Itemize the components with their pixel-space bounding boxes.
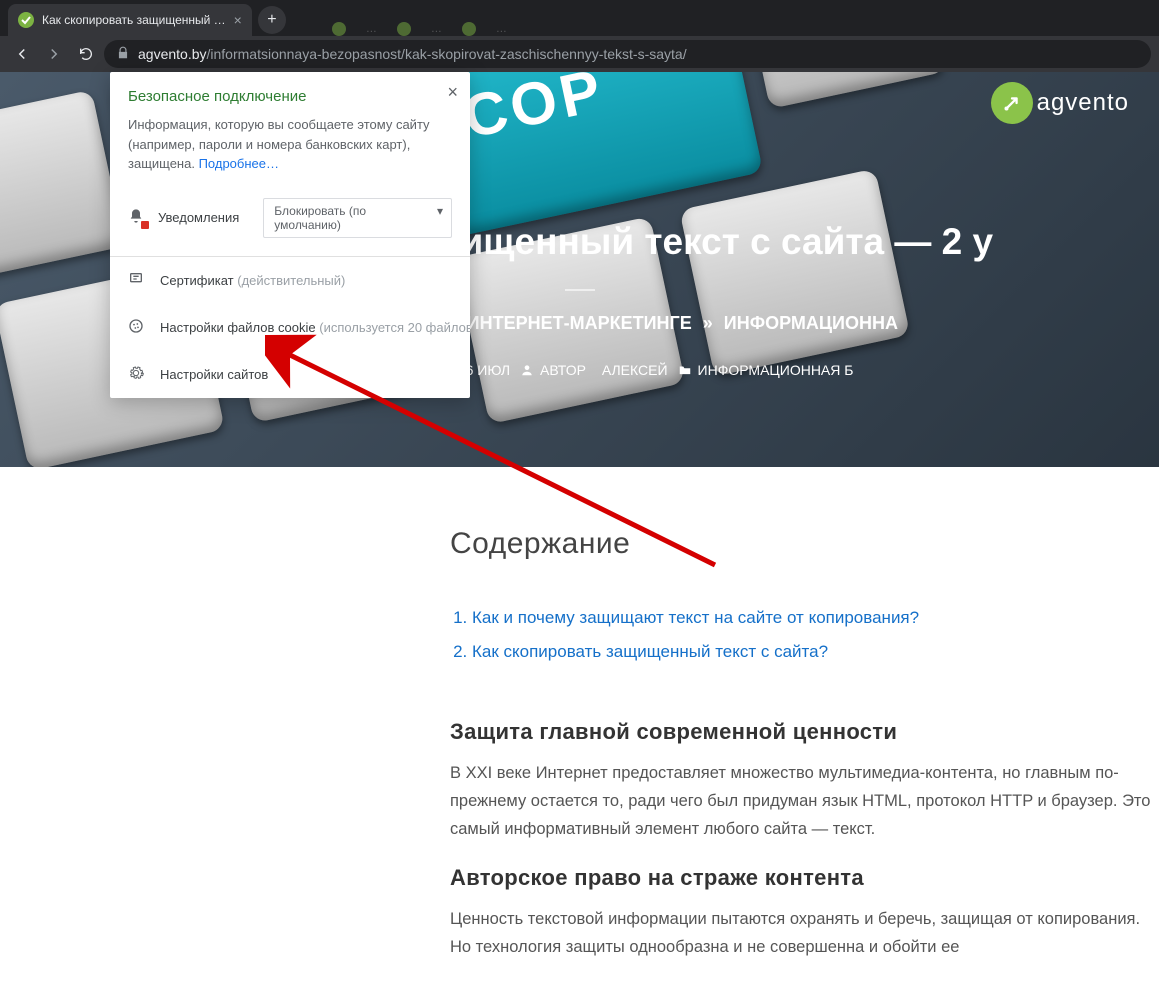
tab-title: Как скопировать защищенный … [42, 13, 226, 27]
lock-icon[interactable] [116, 46, 130, 63]
bell-icon [128, 208, 146, 227]
browser-tab-active[interactable]: Как скопировать защищенный … × [8, 4, 252, 36]
gear-icon [128, 365, 146, 384]
paragraph: Ценность текстовой информации пытаются о… [450, 905, 1159, 961]
browser-chrome: Как скопировать защищенный … × + … … … a… [0, 0, 1159, 72]
popup-title: Безопасное подключение [128, 88, 452, 105]
meta-author: АВТОР АЛЕКСЕЙ [520, 362, 667, 378]
cookies-row[interactable]: Настройки файлов cookie (используется 20… [110, 304, 470, 351]
popup-more-link[interactable]: Подробнее… [199, 156, 279, 171]
back-button[interactable] [8, 40, 36, 68]
browser-toolbar: agvento.by/informatsionnaya-bezopasnost/… [0, 36, 1159, 72]
title-divider [565, 289, 595, 291]
article-content: Содержание Как и почему защищают текст н… [450, 467, 1159, 995]
url-text: agvento.by/informatsionnaya-bezopasnost/… [138, 46, 687, 62]
site-settings-row[interactable]: Настройки сайтов [110, 351, 470, 398]
breadcrumb-category[interactable]: ИНФОРМАЦИОННА [724, 313, 898, 333]
user-icon [520, 363, 534, 377]
tab-close-icon[interactable]: × [234, 12, 242, 28]
tab-strip: Как скопировать защищенный … × + … … … [0, 0, 1159, 36]
background-tabs: … … … [332, 22, 507, 36]
site-info-popup: Безопасное подключение Информация, котор… [110, 72, 470, 398]
meta-category: ИНФОРМАЦИОННАЯ Б [678, 362, 854, 378]
cookie-icon [128, 318, 146, 337]
folder-icon [678, 363, 692, 377]
reload-button[interactable] [72, 40, 100, 68]
section-heading-2: Авторское право на страже контента [450, 865, 1159, 891]
toc-link-2[interactable]: Как скопировать защищенный текст с сайта… [472, 642, 828, 661]
section-heading-1: Защита главной современной ценности [450, 719, 1159, 745]
toc-list: Как и почему защищают текст на сайте от … [450, 601, 1159, 669]
new-tab-button[interactable]: + [258, 6, 286, 34]
paragraph: В XXI веке Интернет предоставляет множес… [450, 759, 1159, 843]
notifications-label: Уведомления [158, 210, 239, 225]
certificate-icon [128, 271, 146, 290]
favicon-icon [18, 12, 34, 28]
popup-close-icon[interactable]: × [447, 82, 458, 103]
popup-description: Информация, которую вы сообщаете этому с… [128, 115, 452, 174]
certificate-row[interactable]: Сертификат (действительный) [110, 257, 470, 304]
toc-link-1[interactable]: Как и почему защищают текст на сайте от … [472, 608, 919, 627]
forward-button[interactable] [40, 40, 68, 68]
notifications-select[interactable]: Блокировать (по умолчанию) [263, 198, 452, 238]
toc-heading: Содержание [450, 527, 1159, 561]
address-bar[interactable]: agvento.by/informatsionnaya-bezopasnost/… [104, 40, 1151, 68]
